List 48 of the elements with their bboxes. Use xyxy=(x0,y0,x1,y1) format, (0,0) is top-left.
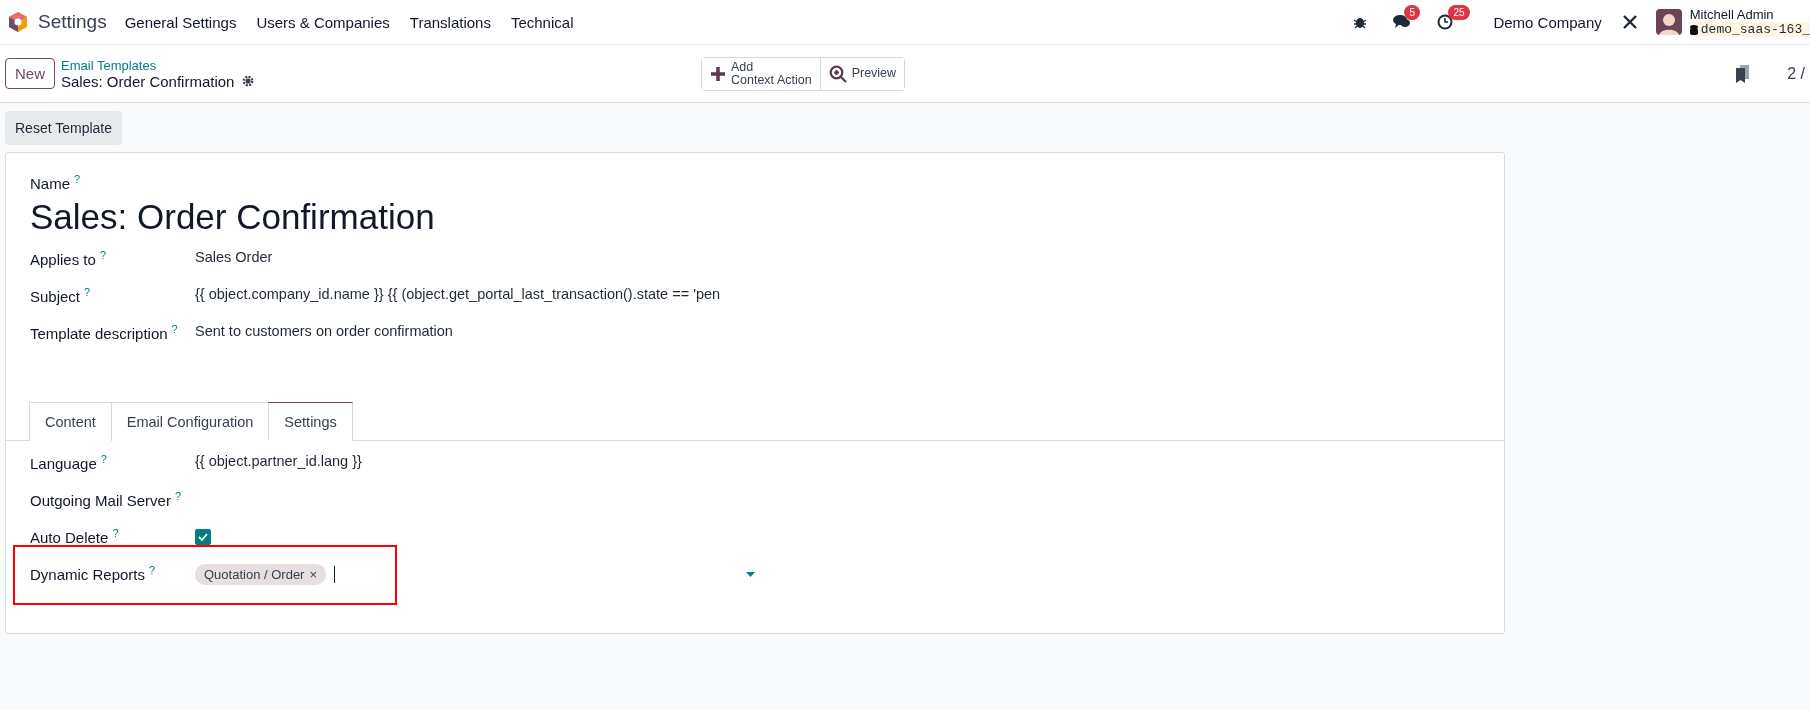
plus-icon xyxy=(710,65,726,82)
record-title: Sales: Order Confirmation xyxy=(61,72,235,90)
action-button[interactable]: Preview xyxy=(819,57,905,90)
chat-icon[interactable] xyxy=(1393,14,1412,30)
field-value: {{ object.company_id.name }} {{ (object.get_portal_last_transaction().state == 'pen xyxy=(195,286,722,302)
tab[interactable]: Content xyxy=(29,402,112,441)
checkmark-icon xyxy=(198,533,208,541)
company-name[interactable]: Demo Company xyxy=(1493,13,1602,31)
menu-item[interactable]: General Settings xyxy=(124,13,237,31)
field-label: Language $^{?}$ xyxy=(30,453,108,472)
notification-badge: 5 xyxy=(1404,5,1420,20)
field-value: {{ object.partner_id.lang }} xyxy=(195,453,363,469)
tag: Quotation / Order × xyxy=(195,564,327,585)
new-button[interactable]: New xyxy=(5,58,55,89)
menu-item[interactable]: Translations xyxy=(409,13,491,31)
checkbox[interactable] xyxy=(195,529,211,545)
menu-item[interactable]: Technical xyxy=(510,13,574,31)
notification-badge: 25 xyxy=(1448,5,1470,20)
text-cursor xyxy=(334,566,336,583)
pager: 2 / xyxy=(1787,64,1805,83)
field-label: Subject $^{?}$ xyxy=(30,286,92,305)
field-label: Applies to $^{?}$ xyxy=(30,249,107,268)
database-name: demo_saas-163_ xyxy=(1689,22,1810,37)
bookmark-icon[interactable] xyxy=(1736,64,1750,83)
reset-template-button[interactable]: Reset Template xyxy=(5,111,122,145)
field-value: Sales Order xyxy=(195,249,274,265)
breadcrumb-link[interactable]: Email Templates xyxy=(61,57,701,73)
database-icon xyxy=(1689,24,1698,35)
menu-item[interactable]: Users & Companies xyxy=(256,13,390,31)
zoom-in-icon xyxy=(828,64,847,83)
gear-icon[interactable] xyxy=(242,75,255,87)
bug-icon[interactable] xyxy=(1353,15,1368,29)
avatar-icon[interactable] xyxy=(1655,9,1682,35)
app-name[interactable]: Settings xyxy=(38,11,107,33)
field-label: Outgoing Mail Server $^{?}$ xyxy=(30,490,183,509)
remove-tag-button[interactable]: × xyxy=(309,567,318,582)
field-label: Template description $^{?}$ xyxy=(30,323,179,342)
field-value: Sent to customers on order confirmation xyxy=(195,323,454,339)
record-name: Sales: Order Confirmation xyxy=(30,197,436,237)
tab[interactable]: Email Configuration xyxy=(110,402,270,441)
dropdown-caret-icon[interactable] xyxy=(746,572,755,577)
field-label: Dynamic Reports $^{?}$ xyxy=(30,564,157,583)
clock-icon[interactable] xyxy=(1437,14,1454,30)
field-label: Auto Delete $^{?}$ xyxy=(30,527,120,546)
field-label: Name $^{?}$ xyxy=(30,175,81,192)
tab[interactable]: Settings xyxy=(268,402,353,441)
app-logo-icon[interactable] xyxy=(8,11,28,33)
user-name[interactable]: Mitchell Admin xyxy=(1689,7,1810,22)
